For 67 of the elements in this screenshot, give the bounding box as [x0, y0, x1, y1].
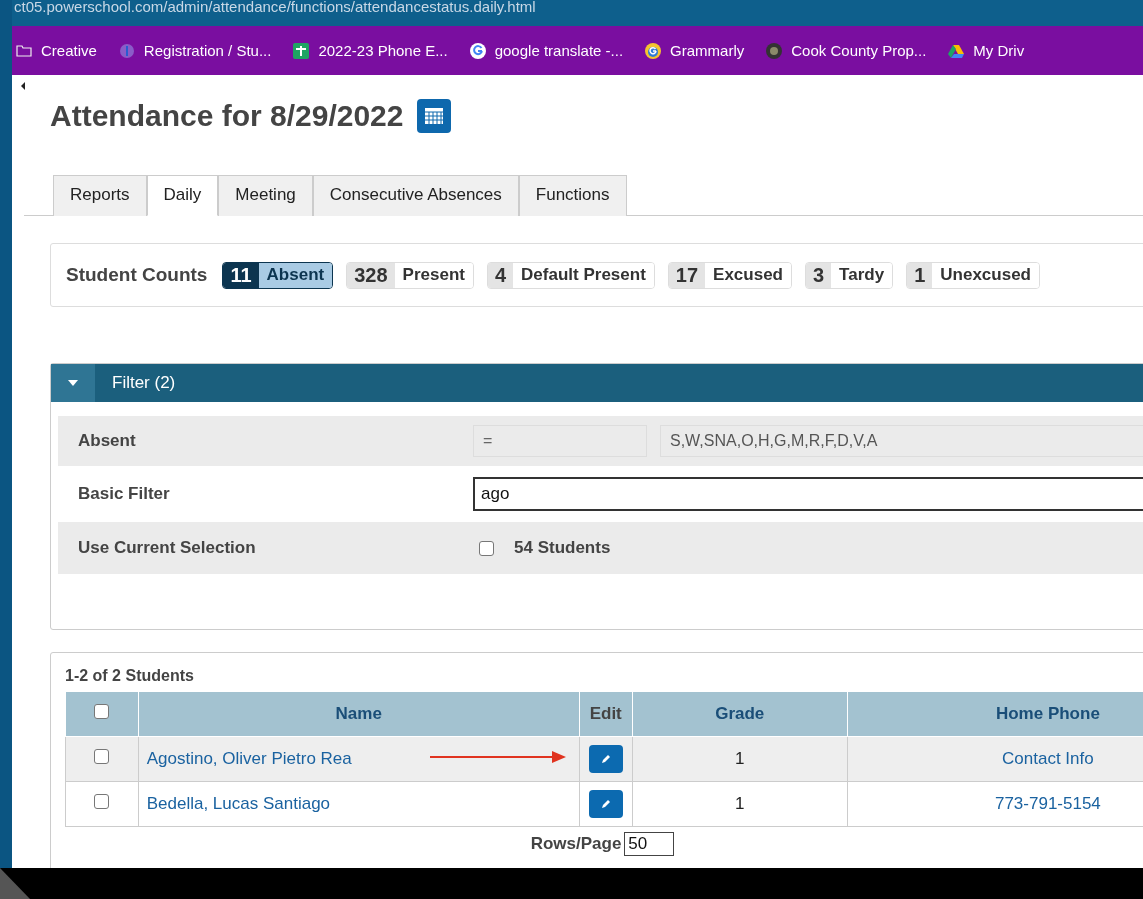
count-chip[interactable]: 11 Absent — [222, 261, 334, 289]
bookmark[interactable]: My Driv — [948, 42, 1025, 59]
bookmark-label: My Driv — [973, 42, 1025, 59]
column-header[interactable]: Home Phone — [847, 691, 1143, 737]
edit-button[interactable] — [588, 745, 623, 773]
seal-icon — [766, 42, 783, 59]
operator-field[interactable]: = — [473, 425, 647, 457]
bookmark-label: google translate -... — [494, 42, 624, 59]
rows-per-page-label: Rows/Page — [530, 834, 622, 854]
student-link[interactable]: Bedella, Lucas Santiago — [146, 794, 331, 813]
bookmark[interactable]: 2022-23 Phone E... — [293, 42, 448, 59]
row-checkbox[interactable] — [94, 794, 110, 809]
pencil-icon — [599, 753, 612, 765]
edit-button[interactable] — [588, 790, 623, 818]
bookmark[interactable]: Creative — [16, 42, 97, 59]
tab[interactable]: Consecutive Absences — [312, 175, 519, 216]
tab[interactable]: Functions — [518, 175, 627, 216]
value-field[interactable]: S,W,SNA,O,H,G,M,R,F,D,V,A — [660, 425, 1143, 457]
folder-icon — [16, 42, 32, 59]
count-chip[interactable]: 4 Default Present — [486, 261, 655, 289]
column-header[interactable]: Edit — [579, 691, 633, 737]
counts-label: Student Counts — [66, 264, 208, 286]
plus-icon — [293, 42, 310, 59]
bookmark-label: Creative — [41, 42, 97, 59]
toggle-button[interactable] — [51, 364, 95, 402]
checkbox-label: 54 Students — [514, 538, 611, 558]
tab[interactable]: Meeting — [218, 175, 313, 216]
count-chip[interactable]: 3 Tardy — [805, 261, 894, 289]
bookmark-label: Grammarly — [670, 42, 745, 59]
student-link[interactable]: Agostino, Oliver Pietro Rea — [146, 749, 352, 768]
bookmark-label: Cook County Prop... — [791, 42, 927, 59]
bookmark[interactable]: Cook County Prop... — [766, 42, 927, 59]
bookmark[interactable]: google translate -... — [469, 42, 624, 59]
basic-filter-field[interactable]: ago — [473, 477, 1143, 511]
page-title: Attendance for 8/29/2022 — [50, 99, 404, 133]
tab[interactable]: Reports — [53, 175, 147, 216]
bookmark[interactable]: Grammarly — [645, 42, 745, 59]
filter-label: Basic Filter — [78, 484, 171, 504]
filter-label: Absent — [78, 431, 137, 451]
column-header[interactable]: Name — [138, 691, 580, 737]
drive-icon — [948, 42, 965, 59]
count-chip[interactable]: 17 Excused — [667, 261, 792, 289]
caret-icon — [68, 380, 78, 386]
calendar-icon[interactable] — [417, 99, 452, 133]
filter-title: Filter (2) — [112, 373, 176, 393]
bookmark[interactable]: Registration / Stu... — [118, 42, 272, 59]
phone-link[interactable]: Contact Info — [1002, 749, 1094, 768]
grade-cell: 1 — [632, 781, 848, 827]
grammarly-icon — [645, 42, 662, 59]
count-chip[interactable]: 1 Unexcused — [906, 261, 1040, 289]
tab[interactable]: Daily — [146, 175, 219, 216]
info-icon — [118, 42, 135, 59]
phone-link[interactable]: 773-791-5154 — [994, 794, 1101, 813]
column-header[interactable]: Grade — [632, 691, 848, 737]
grade-cell: 1 — [632, 736, 848, 782]
select-all-checkbox[interactable] — [94, 704, 110, 719]
google-icon — [469, 42, 486, 59]
filter-label: Use Current Selection — [78, 538, 257, 558]
count-chip[interactable]: 328 Present — [346, 261, 474, 289]
row-checkbox[interactable] — [94, 749, 110, 764]
bookmark-label: Registration / Stu... — [143, 42, 272, 59]
selection-checkbox[interactable] — [479, 540, 494, 556]
results-summary: 1-2 of 2 Students — [65, 667, 195, 685]
bookmark-label: 2022-23 Phone E... — [318, 42, 448, 59]
corner-icon — [0, 868, 30, 899]
pencil-icon — [599, 798, 612, 810]
rows-per-page-field[interactable]: 50 — [624, 832, 675, 856]
